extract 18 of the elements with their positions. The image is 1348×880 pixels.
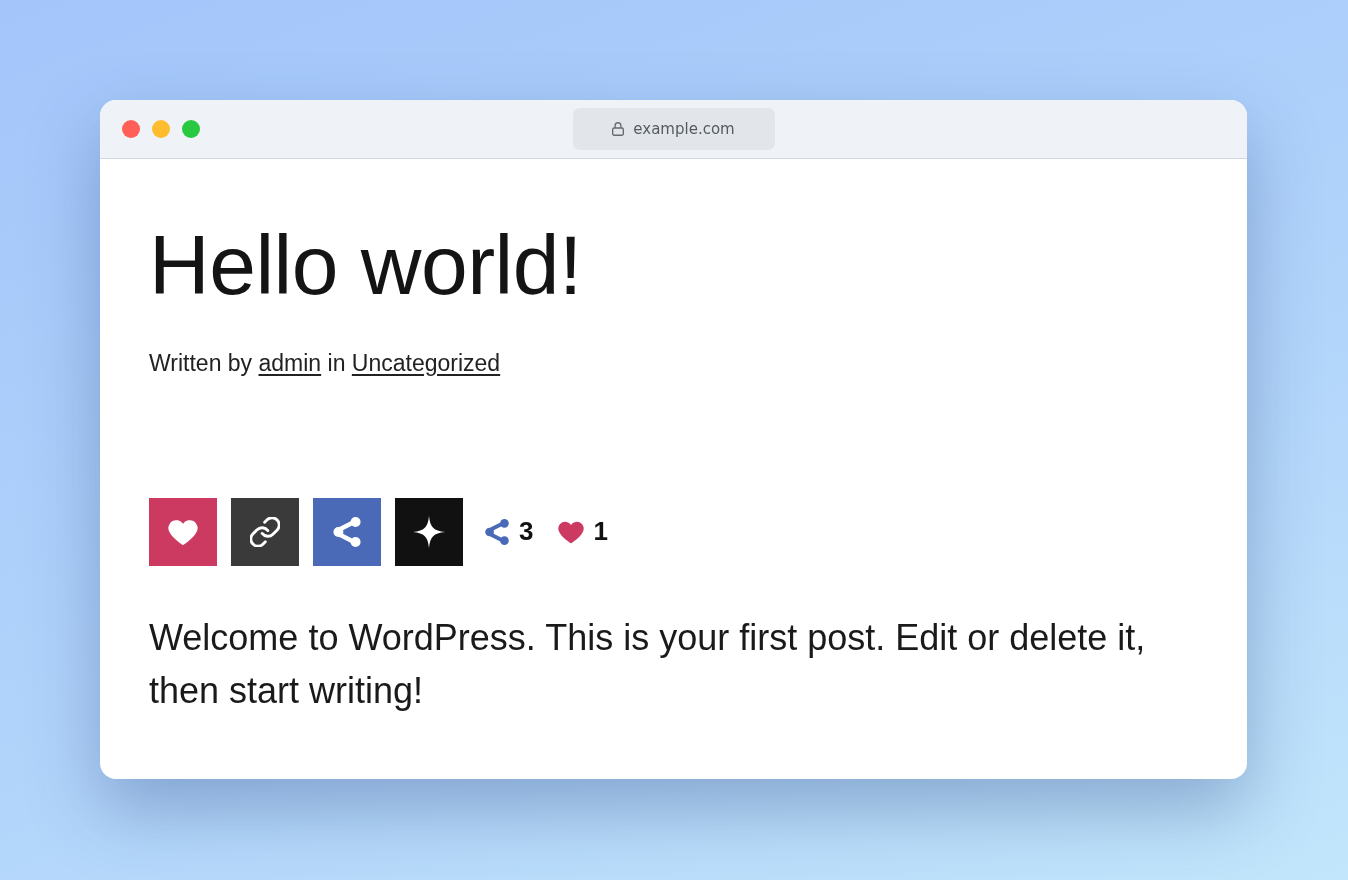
link-button[interactable] [231, 497, 299, 566]
share-icon [484, 518, 510, 545]
byline: Written by admin in Uncategorized [149, 348, 502, 378]
lock-icon [612, 122, 625, 136]
post-body: Welcome to WordPress. This is your first post. Edit or delete it, then start writing! [149, 615, 1147, 713]
link-icon [250, 516, 280, 547]
share-button[interactable] [313, 497, 381, 566]
author-link[interactable]: admin [258, 349, 322, 376]
address-bar[interactable]: example.com [572, 108, 775, 150]
sparkle-button[interactable] [395, 497, 463, 566]
close-icon[interactable] [122, 120, 140, 138]
share-count: 3 [519, 516, 534, 548]
heart-button[interactable] [149, 497, 217, 566]
post-title: Hello world! [149, 217, 583, 314]
category-link[interactable]: Uncategorized [351, 349, 501, 376]
sparkle-icon [413, 515, 445, 548]
like-count: 1 [593, 516, 608, 548]
share-icon [332, 516, 362, 547]
